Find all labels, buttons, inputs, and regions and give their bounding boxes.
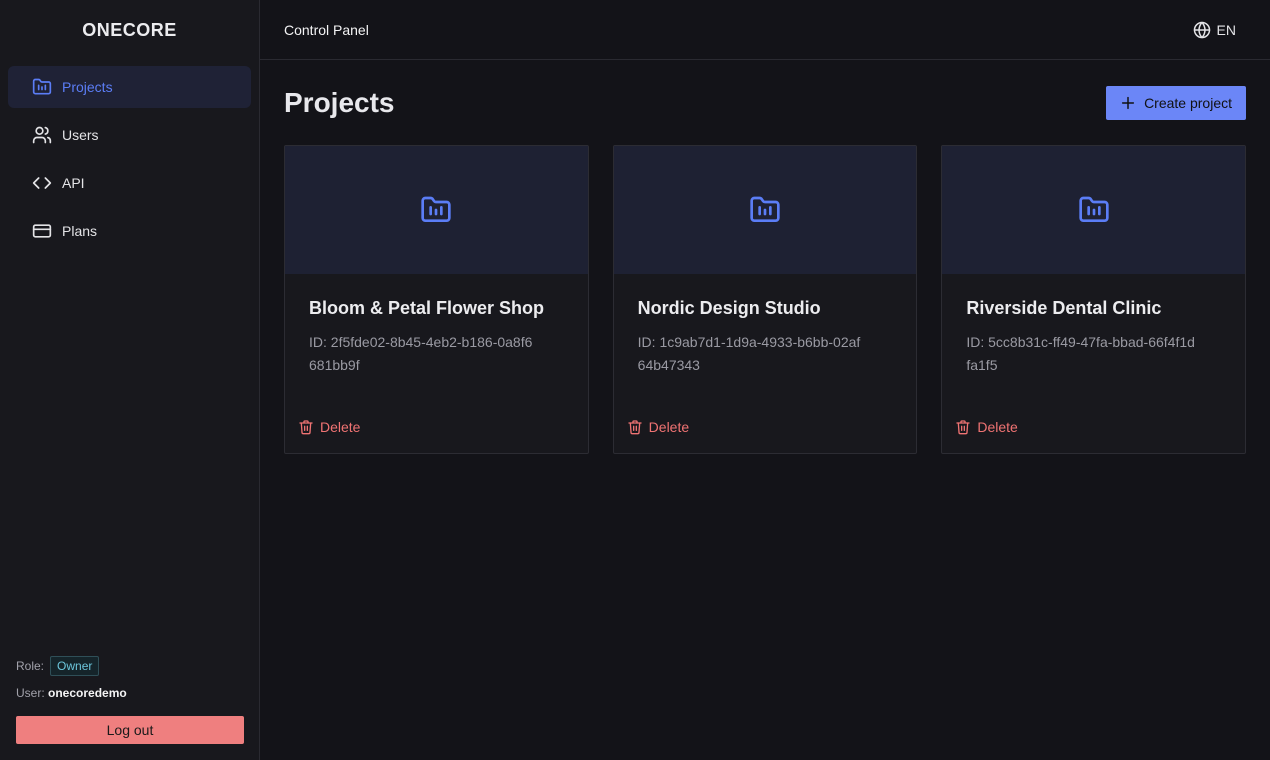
folder-chart-icon xyxy=(749,194,781,226)
sidebar-item-label: Users xyxy=(62,127,99,143)
project-id: ID: 5cc8b31c-ff49-47fa-bbad-66f4f1dfa1f5 xyxy=(966,334,1195,373)
create-project-button[interactable]: Create project xyxy=(1106,86,1246,120)
users-icon xyxy=(32,125,52,145)
delete-button[interactable]: Delete xyxy=(298,419,360,435)
trash-icon xyxy=(627,419,643,435)
user-label: User: xyxy=(16,686,45,700)
delete-button[interactable]: Delete xyxy=(627,419,689,435)
role-label: Role: xyxy=(16,659,45,673)
sidebar-footer: Role: Owner User: onecoredemo Log out xyxy=(16,656,244,744)
sidebar: ONECORE Projects Users API Plans Role: O… xyxy=(0,0,260,760)
delete-button[interactable]: Delete xyxy=(955,419,1018,435)
project-body: Bloom & Petal Flower Shop ID: 2f5fde02-8… xyxy=(285,274,588,377)
plus-icon xyxy=(1120,95,1136,111)
project-card[interactable]: Bloom & Petal Flower Shop ID: 2f5fde02-8… xyxy=(284,145,589,454)
project-id: ID: 2f5fde02-8b45-4eb2-b186-0a8f6681bb9f xyxy=(309,334,533,373)
project-card[interactable]: Nordic Design Studio ID: 1c9ab7d1-1d9a-4… xyxy=(612,145,918,454)
delete-label: Delete xyxy=(977,419,1018,435)
username: onecoredemo xyxy=(48,686,127,700)
language-switcher[interactable]: EN xyxy=(1193,21,1236,39)
sidebar-item-plans[interactable]: Plans xyxy=(8,210,251,252)
page-title: Projects xyxy=(284,87,395,118)
project-name: Nordic Design Studio xyxy=(637,298,821,318)
sidebar-item-label: Projects xyxy=(62,79,113,95)
language-code: EN xyxy=(1216,21,1236,38)
logout-button[interactable]: Log out xyxy=(16,716,244,744)
project-name: Bloom & Petal Flower Shop xyxy=(309,298,545,318)
folder-chart-icon xyxy=(1078,194,1110,226)
sidebar-item-api[interactable]: API xyxy=(8,162,251,204)
role-row: Role: Owner xyxy=(16,656,243,676)
delete-label: Delete xyxy=(648,419,690,435)
project-card[interactable]: Riverside Dental Clinic ID: 5cc8b31c-ff4… xyxy=(941,145,1247,454)
code-icon xyxy=(32,173,52,193)
project-grid: Bloom & Petal Flower Shop ID: 2f5fde02-8… xyxy=(284,145,1247,454)
main-content: Projects Create project Bloom & Petal Fl… xyxy=(260,61,1270,760)
trash-icon xyxy=(298,419,314,435)
page-header: Projects Create project xyxy=(284,61,1246,145)
project-body: Nordic Design Studio ID: 1c9ab7d1-1d9a-4… xyxy=(614,274,917,377)
project-cover xyxy=(942,146,1246,274)
project-cover xyxy=(613,146,917,274)
sidebar-item-label: API xyxy=(62,175,85,191)
project-name: Riverside Dental Clinic xyxy=(966,298,1162,318)
credit-card-icon xyxy=(32,221,52,241)
project-id: ID: 1c9ab7d1-1d9a-4933-b6bb-02af64b47343 xyxy=(637,334,861,373)
delete-label: Delete xyxy=(320,419,361,435)
top-bar: Control Panel EN xyxy=(260,0,1270,60)
user-row: User: onecoredemo xyxy=(16,686,243,700)
sidebar-item-label: Plans xyxy=(62,223,98,239)
folder-chart-icon xyxy=(32,77,52,97)
globe-icon xyxy=(1193,21,1211,39)
create-project-label: Create project xyxy=(1144,95,1232,111)
sidebar-nav: Projects Users API Plans xyxy=(0,60,259,252)
project-body: Riverside Dental Clinic ID: 5cc8b31c-ff4… xyxy=(942,274,1245,377)
header-title: Control Panel xyxy=(284,21,369,38)
project-cover xyxy=(285,146,588,274)
folder-chart-icon xyxy=(420,194,452,226)
sidebar-item-projects[interactable]: Projects xyxy=(8,66,251,108)
role-badge: Owner xyxy=(50,656,100,676)
sidebar-item-users[interactable]: Users xyxy=(8,114,251,156)
trash-icon xyxy=(955,419,971,435)
app-logo: ONECORE xyxy=(82,19,177,40)
